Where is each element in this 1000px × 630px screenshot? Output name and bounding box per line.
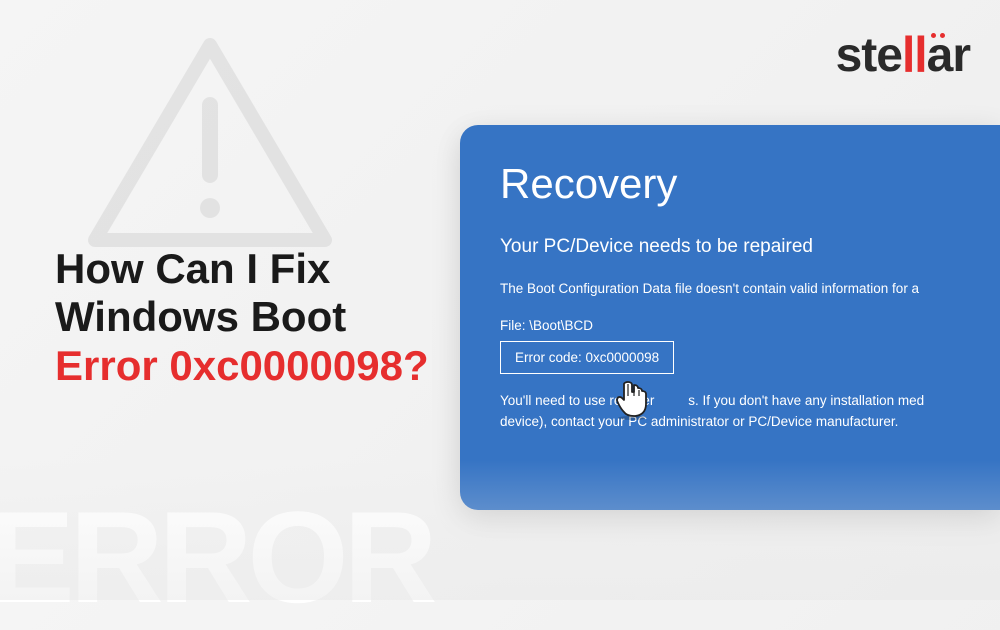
recovery-file-path: File: \Boot\BCD xyxy=(500,318,970,333)
recovery-footer-text: You'll need to use recoverxxxxxs. If you… xyxy=(500,390,970,433)
headline-line2: Windows Boot xyxy=(55,293,429,341)
recovery-description: The Boot Configuration Data file doesn't… xyxy=(500,278,970,300)
recovery-subtitle: Your PC/Device needs to be repaired xyxy=(500,236,970,258)
warning-triangle-icon xyxy=(80,30,340,260)
footer-part2: s. If you don't have any installation me… xyxy=(688,393,924,408)
stellar-logo: stellar xyxy=(836,28,970,83)
logo-text-part2: ll xyxy=(902,27,927,85)
logo-dots xyxy=(931,33,945,38)
footer-part3: device), contact your PC administrator o… xyxy=(500,414,898,429)
gradient-overlay xyxy=(0,460,1000,600)
headline-line1: How Can I Fix xyxy=(55,245,429,293)
cursor-pointer-icon xyxy=(610,376,654,420)
headline-error-code: Error 0xc0000098? xyxy=(55,342,429,390)
page-headline: How Can I Fix Windows Boot Error 0xc0000… xyxy=(55,245,429,390)
logo-text-part1: ste xyxy=(836,29,902,82)
error-code-highlight-box[interactable]: Error code: 0xc0000098 xyxy=(500,341,674,374)
recovery-screen-panel: Recovery Your PC/Device needs to be repa… xyxy=(460,125,1000,510)
recovery-title: Recovery xyxy=(500,160,970,208)
